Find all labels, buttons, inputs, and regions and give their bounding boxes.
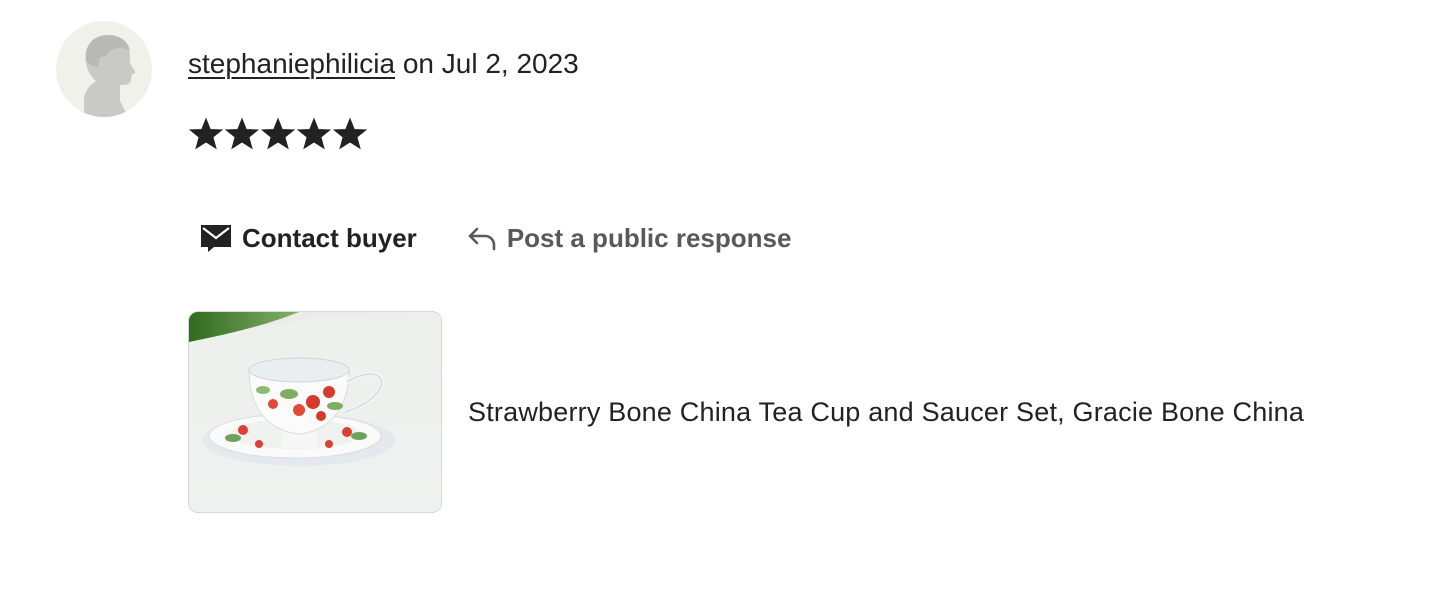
- review-date: on Jul 2, 2023: [402, 48, 579, 79]
- contact-buyer-button[interactable]: Contact buyer: [200, 223, 417, 254]
- post-public-response-button[interactable]: Post a public response: [467, 222, 792, 254]
- post-public-response-label: Post a public response: [506, 222, 792, 253]
- reviewer-avatar[interactable]: [56, 21, 152, 117]
- review-actions: Contact buyer Post a public response: [200, 216, 791, 260]
- star-icon: [296, 117, 332, 150]
- star-rating: [188, 114, 368, 154]
- star-icon: [188, 117, 224, 150]
- default-avatar-icon: [56, 21, 152, 117]
- reply-arrow-icon: [468, 227, 496, 251]
- reviewer-username-link[interactable]: stephaniephilicia: [188, 48, 395, 79]
- contact-buyer-label: Contact buyer: [242, 222, 417, 253]
- purchased-listing: Strawberry Bone China Tea Cup and Saucer…: [188, 311, 1304, 513]
- star-icon: [260, 117, 296, 150]
- listing-title-link[interactable]: Strawberry Bone China Tea Cup and Saucer…: [468, 397, 1304, 428]
- star-icon: [224, 117, 260, 150]
- envelope-icon: [201, 225, 231, 252]
- teacup-image: [189, 312, 441, 512]
- star-icon: [332, 117, 368, 150]
- review-header: stephaniephilicia on Jul 2, 2023: [188, 46, 579, 82]
- listing-thumbnail[interactable]: [188, 311, 442, 513]
